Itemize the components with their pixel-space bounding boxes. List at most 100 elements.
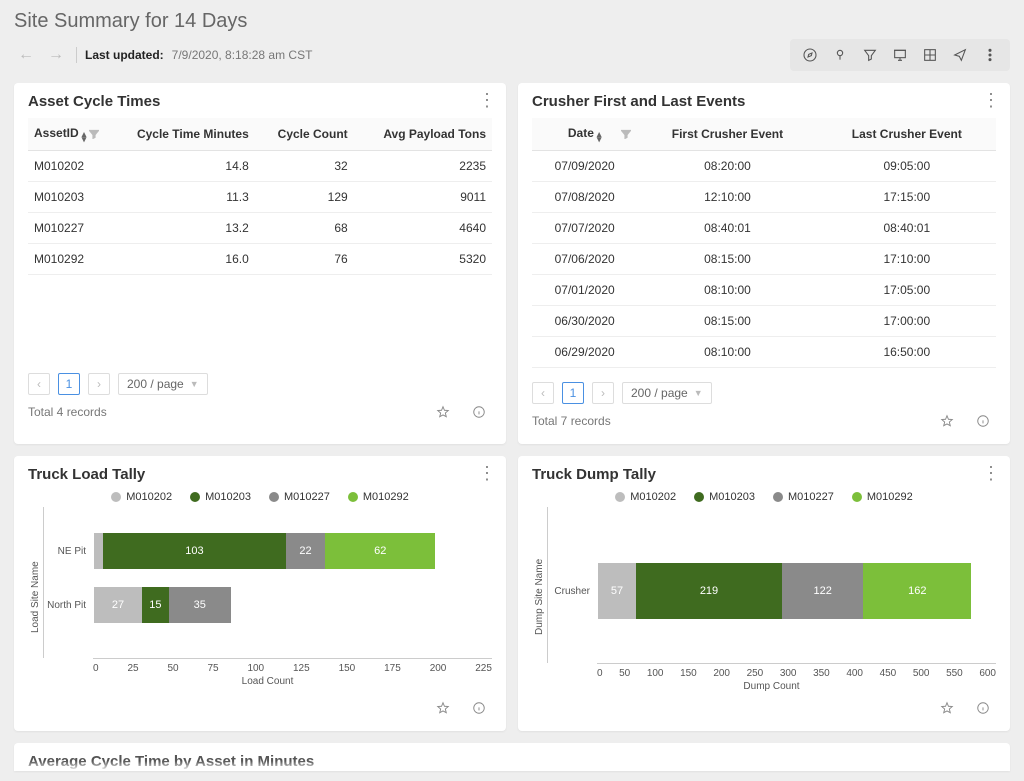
legend-item[interactable]: M010292 [852,491,913,503]
pager-current[interactable]: 1 [562,382,584,404]
x-tick: 125 [293,663,310,674]
table-row[interactable]: 07/06/202008:15:0017:10:00 [532,244,996,275]
col-ctm[interactable]: Cycle Time Minutes [105,118,254,151]
panel-avg-cycle-time: Average Cycle Time by Asset in Minutes [14,743,1010,771]
back-button[interactable]: ← [14,44,38,66]
legend-item[interactable]: M010202 [615,491,676,503]
info-icon[interactable] [970,697,996,719]
legend-item[interactable]: M010203 [694,491,755,503]
pager: ‹ 1 › 200 / page▼ [28,373,492,395]
legend-item[interactable]: M010202 [111,491,172,503]
bar-segment[interactable]: 57 [598,563,636,619]
pager-prev[interactable]: ‹ [532,382,554,404]
pager-current[interactable]: 1 [58,373,80,395]
last-updated-value: 7/9/2020, 8:18:28 am CST [172,48,313,62]
page-size-select[interactable]: 200 / page▼ [118,373,208,395]
panel-truck-dump-tally: ⋮ Truck Dump Tally M010202M010203M010227… [518,456,1010,731]
legend-item[interactable]: M010292 [348,491,409,503]
col-last[interactable]: Last Crusher Event [818,118,996,151]
bar-segment[interactable]: 62 [325,533,435,569]
table-row[interactable]: 06/30/202008:15:0017:00:00 [532,306,996,337]
panel-menu-icon[interactable]: ⋮ [478,91,496,109]
info-icon[interactable] [970,410,996,432]
divider [76,47,77,63]
page-size-select[interactable]: 200 / page▼ [622,382,712,404]
x-tick: 150 [680,668,697,679]
legend-item[interactable]: M010227 [773,491,834,503]
records-count: Total 4 records [28,405,107,419]
x-tick: 50 [619,668,630,679]
bar-segment[interactable]: 35 [169,587,231,623]
bar-segment[interactable] [94,533,103,569]
table-row[interactable]: 07/01/202008:10:0017:05:00 [532,275,996,306]
x-tick: 75 [207,663,218,674]
pager-next[interactable]: › [592,382,614,404]
pager-prev[interactable]: ‹ [28,373,50,395]
compass-icon[interactable] [796,43,824,67]
legend-item[interactable]: M010227 [269,491,330,503]
col-first[interactable]: First Crusher Event [637,118,817,151]
pager-next[interactable]: › [88,373,110,395]
bar-segment[interactable]: 15 [142,587,169,623]
panel-menu-icon[interactable]: ⋮ [982,464,1000,482]
table-row[interactable]: M01029216.0765320 [28,244,492,275]
x-tick: 200 [430,663,447,674]
x-tick: 25 [127,663,138,674]
bar-segment[interactable]: 27 [94,587,142,623]
col-apt[interactable]: Avg Payload Tons [354,118,492,151]
bar-segment[interactable]: 122 [782,563,863,619]
forward-button[interactable]: → [44,44,68,66]
panel-truck-load-tally: ⋮ Truck Load Tally M010202 M010203 M010227… [14,456,506,731]
x-tick: 0 [597,668,603,679]
table-row[interactable]: 06/29/202008:10:0016:50:00 [532,337,996,368]
send-icon[interactable] [946,43,974,67]
table-row[interactable]: M01022713.2684640 [28,213,492,244]
table-row[interactable]: M01020214.8322235 [28,151,492,182]
legend-item[interactable]: M010203 [190,491,251,503]
star-icon[interactable] [934,697,960,719]
bar-segment[interactable]: 22 [286,533,325,569]
star-icon[interactable] [430,697,456,719]
tag-icon[interactable] [826,43,854,67]
table-row[interactable]: 07/07/202008:40:0108:40:01 [532,213,996,244]
records-count: Total 7 records [532,414,611,428]
chart-legend: M010202 M010203 M010227 M010292 [532,491,996,503]
x-tick: 175 [384,663,401,674]
panel-title: Crusher First and Last Events [532,93,996,110]
crusher-table: Date▴▾ First Crusher Event Last Crusher … [532,118,996,368]
table-row[interactable]: 07/08/202012:10:0017:15:00 [532,182,996,213]
presentation-icon[interactable] [886,43,914,67]
info-icon[interactable] [466,697,492,719]
filter-icon[interactable] [856,43,884,67]
bar-stack: 57219122162 [598,563,971,619]
x-axis-label: Load Count [43,676,492,687]
cycle-table: AssetID▴▾ Cycle Time Minutes Cycle Count… [28,118,492,275]
grid-icon[interactable] [916,43,944,67]
page-toolbar [790,39,1010,71]
filter-icon[interactable] [621,128,631,142]
table-row[interactable]: 07/09/202008:20:0009:05:00 [532,151,996,182]
table-row[interactable]: M01020311.31299011 [28,182,492,213]
bar-segment[interactable]: 162 [863,563,971,619]
panel-asset-cycle-times: ⋮ Asset Cycle Times AssetID▴▾ Cycle Time… [14,83,506,444]
x-tick: 200 [713,668,730,679]
star-icon[interactable] [934,410,960,432]
x-tick: 300 [780,668,797,679]
star-icon[interactable] [430,401,456,423]
col-date[interactable]: Date▴▾ [532,118,637,151]
bar-segment[interactable]: 219 [636,563,782,619]
x-tick: 150 [339,663,356,674]
panel-crusher-events: ⋮ Crusher First and Last Events Date▴▾ F… [518,83,1010,444]
col-assetid[interactable]: AssetID▴▾ [28,118,105,151]
filter-icon[interactable] [89,128,99,142]
panel-menu-icon[interactable]: ⋮ [982,91,1000,109]
col-cc[interactable]: Cycle Count [255,118,354,151]
panel-title: Asset Cycle Times [28,93,492,110]
more-icon[interactable] [976,43,1004,67]
panel-menu-icon[interactable]: ⋮ [478,464,496,482]
info-icon[interactable] [466,401,492,423]
chart-bars: Crusher57219122162 [547,507,996,663]
panel-title: Truck Load Tally [28,466,492,483]
category-label: NE Pit [44,546,94,557]
bar-segment[interactable]: 103 [103,533,286,569]
